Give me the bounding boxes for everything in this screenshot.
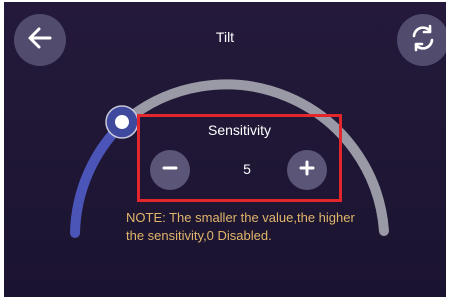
plus-icon xyxy=(299,160,315,181)
minus-icon xyxy=(162,160,178,181)
arc-fill xyxy=(70,118,128,238)
note-line-2: the sensitivity,0 Disabled. xyxy=(126,228,272,243)
tilt-screen: Tilt Sensitivity 5 NOTE: The smaller the… xyxy=(4,2,446,297)
sensitivity-label: Sensitivity xyxy=(207,122,272,138)
sync-button[interactable] xyxy=(397,14,446,66)
sensitivity-value: 5 xyxy=(243,161,251,177)
decrease-button[interactable] xyxy=(150,150,190,190)
arc-handle[interactable] xyxy=(105,105,139,139)
sensitivity-note: NOTE: The smaller the value,the higher t… xyxy=(126,209,401,245)
page-title: Tilt xyxy=(215,29,235,45)
sync-icon xyxy=(408,23,438,58)
increase-button[interactable] xyxy=(287,150,327,190)
note-line-1: NOTE: The smaller the value,the higher xyxy=(126,210,355,225)
